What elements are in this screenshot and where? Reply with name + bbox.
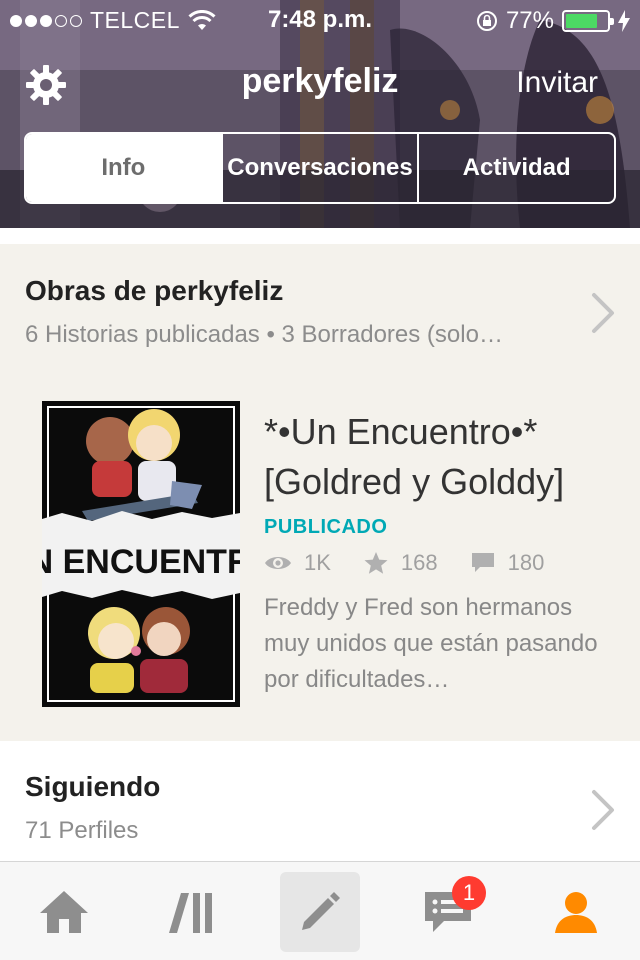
library-icon [169,893,212,933]
story-description: Freddy y Fred son hermanos muy unidos qu… [264,594,598,693]
tab-info[interactable]: Info [26,134,221,202]
messages-badge: 1 [452,876,486,910]
tab-home[interactable] [24,872,104,952]
star-icon [364,552,388,574]
battery-percent: 77% [505,7,554,34]
story-comments-count: 180 [507,550,545,575]
following-count: 71 Perfiles [25,817,139,844]
invite-button[interactable]: Invitar [516,66,598,100]
tab-activity[interactable]: Actividad [417,134,614,202]
comment-icon [471,553,494,572]
tab-library[interactable] [152,872,232,952]
chevron-right-icon[interactable] [590,789,616,831]
story-title[interactable]: *•Un Encuentro•* [Goldred y Golddy] [264,407,614,507]
profile-header: TELCEL 7:48 p.m. 77% perkyfeliz Invitar … [0,0,640,228]
works-title: Obras de perkyfeliz [25,275,284,306]
cover-title-text: UN ENCUENTRO [42,543,240,581]
following-section[interactable]: Siguiendo 71 Perfiles [0,741,640,861]
profile-icon [555,892,597,933]
following-title: Siguiendo [25,771,161,802]
works-subtitle: 6 Historias publicadas • 3 Borradores (s… [25,321,503,348]
charging-bolt-icon [618,10,630,32]
profile-tabs: Info Conversaciones Actividad [24,132,616,204]
story-status-badge: PUBLICADO [264,516,388,538]
bottom-tab-bar: 1 [0,861,640,960]
rotation-lock-icon [476,11,497,31]
story-votes-count: 168 [400,550,438,575]
story-stats: 1K 168 180 [264,550,576,576]
home-icon [40,891,88,933]
story-cover-image[interactable]: UN ENCUENTRO [42,401,240,707]
tab-write[interactable] [280,872,360,952]
tab-conversations[interactable]: Conversaciones [220,134,418,202]
story-views-count: 1K [304,550,331,575]
write-icon [302,892,340,930]
battery-icon [562,10,614,32]
eye-icon [265,557,291,569]
status-bar: TELCEL 7:48 p.m. 77% [0,0,640,40]
tab-profile[interactable] [536,872,616,952]
chevron-right-icon[interactable] [590,292,616,334]
works-section[interactable]: Obras de perkyfeliz 6 Historias publicad… [0,244,640,741]
tab-messages[interactable]: 1 [408,872,488,952]
